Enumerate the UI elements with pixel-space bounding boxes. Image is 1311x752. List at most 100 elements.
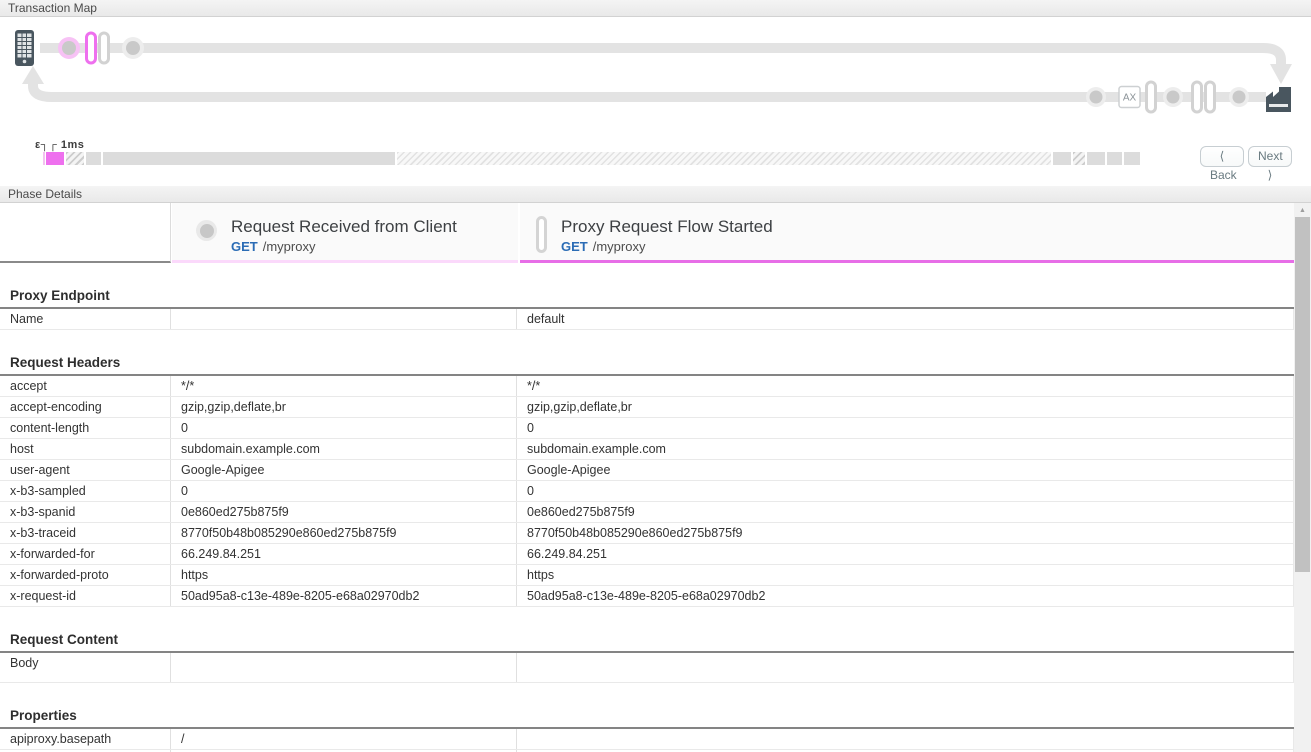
row-label: content-length: [0, 418, 171, 438]
row-label: x-forwarded-proto: [0, 565, 171, 585]
backend-target-icon[interactable]: [1266, 87, 1291, 112]
row-value-phase-2: */*: [517, 376, 1294, 396]
arrow-down-icon: [1270, 64, 1292, 84]
transaction-map-title: Transaction Map: [8, 1, 97, 15]
phase-details-title: Phase Details: [8, 187, 82, 201]
row-value-phase-2: 8770f50b48b085290e860ed275b875f9: [517, 523, 1294, 543]
analytics-ax-node[interactable]: AX: [1119, 87, 1140, 108]
detail-row: accept-encodinggzip,gzip,deflate,brgzip,…: [0, 397, 1294, 418]
row-value-phase-2: 50ad95a8-c13e-489e-8205-e68a02970db2: [517, 586, 1294, 606]
proxy-request-flow-pill[interactable]: [87, 33, 96, 63]
row-label: apiproxy.basepath: [0, 729, 171, 749]
row-value-phase-2: default: [517, 309, 1294, 329]
detail-row: Namedefault: [0, 309, 1294, 330]
row-value-phase-1: 8770f50b48b085290e860ed275b875f9: [171, 523, 517, 543]
detail-row: accept*/**/*: [0, 376, 1294, 397]
section-title: Request Content: [0, 628, 1294, 653]
row-value-phase-1: 0e860ed275b875f9: [171, 502, 517, 522]
row-value-phase-1: 50ad95a8-c13e-489e-8205-e68a02970db2: [171, 586, 517, 606]
timeline-segment[interactable]: [86, 152, 101, 165]
detail-sections: Proxy EndpointNamedefaultRequest Headers…: [0, 284, 1294, 752]
request-track: [40, 48, 1281, 64]
request-phase-node[interactable]: [122, 37, 144, 59]
row-label: user-agent: [0, 460, 171, 480]
back-button[interactable]: ⟨ Back: [1200, 146, 1244, 167]
ax-label: AX: [1123, 93, 1137, 104]
detail-row: x-forwarded-for66.249.84.25166.249.84.25…: [0, 544, 1294, 565]
label-column-header: [0, 203, 171, 263]
row-value-phase-2: 0: [517, 481, 1294, 501]
section-title: Proxy Endpoint: [0, 284, 1294, 309]
row-value-phase-2: https: [517, 565, 1294, 585]
row-value-phase-1: Google-Apigee: [171, 460, 517, 480]
phase-1-method: GET: [231, 239, 258, 254]
response-phase-node-1[interactable]: [1086, 87, 1106, 107]
detail-row: x-b3-traceid8770f50b48b085290e860ed275b8…: [0, 523, 1294, 544]
phase-columns-header: Request Received from Client GET/myproxy…: [0, 203, 1294, 263]
detail-row: x-b3-sampled00: [0, 481, 1294, 502]
phase-2-path: /myproxy: [593, 239, 646, 254]
response-flow-pill-2[interactable]: [1193, 82, 1202, 112]
response-flow-pill-3[interactable]: [1206, 82, 1215, 112]
row-label: accept-encoding: [0, 397, 171, 417]
phase-column-2-header: Proxy Request Flow Started GET/myproxy: [520, 203, 1294, 263]
phase-1-title: Request Received from Client: [231, 216, 457, 237]
row-label: x-forwarded-for: [0, 544, 171, 564]
row-label: host: [0, 439, 171, 459]
next-button[interactable]: Next ⟩: [1248, 146, 1292, 167]
detail-row: hostsubdomain.example.comsubdomain.examp…: [0, 439, 1294, 460]
timeline-duration-label: ε┐┌ 1ms: [35, 139, 84, 151]
row-value-phase-2: 0e860ed275b875f9: [517, 502, 1294, 522]
transaction-map-diagram: AX: [0, 18, 1311, 136]
detail-row: x-b3-spanid0e860ed275b875f90e860ed275b87…: [0, 502, 1294, 523]
timeline-segment[interactable]: [1087, 152, 1105, 165]
timeline-bar[interactable]: [0, 152, 1160, 165]
timeline-segment[interactable]: [1073, 152, 1085, 165]
row-value-phase-2: gzip,gzip,deflate,br: [517, 397, 1294, 417]
detail-row: Body: [0, 653, 1294, 683]
phase-details-panel: Request Received from Client GET/myproxy…: [0, 203, 1294, 752]
scrollbar-thumb[interactable]: [1295, 217, 1310, 572]
row-value-phase-1: subdomain.example.com: [171, 439, 517, 459]
row-label: x-b3-spanid: [0, 502, 171, 522]
response-phase-node-2[interactable]: [1163, 87, 1183, 107]
row-value-phase-1: */*: [171, 376, 517, 396]
row-value-phase-1: [171, 653, 517, 682]
row-value-phase-1: [171, 309, 517, 329]
row-value-phase-2: Google-Apigee: [517, 460, 1294, 480]
client-device-icon[interactable]: [15, 30, 34, 66]
timeline-segment[interactable]: [103, 152, 395, 165]
scrollbar-up-icon[interactable]: ▲: [1294, 203, 1311, 218]
detail-row: user-agentGoogle-ApigeeGoogle-Apigee: [0, 460, 1294, 481]
timeline-segment[interactable]: [1053, 152, 1071, 165]
details-scrollbar[interactable]: ▲: [1294, 203, 1311, 752]
row-label: Body: [0, 653, 171, 682]
row-value-phase-2: [517, 729, 1294, 749]
section-title: Properties: [0, 704, 1294, 729]
response-flow-pill-1[interactable]: [1147, 82, 1156, 112]
phase-circle-icon: [196, 220, 217, 241]
timeline-segment[interactable]: [397, 152, 1051, 165]
detail-row: content-length00: [0, 418, 1294, 439]
row-value-phase-1: https: [171, 565, 517, 585]
response-track: [33, 84, 1266, 97]
response-phase-node-3[interactable]: [1229, 87, 1249, 107]
trace-page: Transaction Map: [0, 0, 1311, 752]
timeline-segment[interactable]: [1124, 152, 1140, 165]
timeline-segment[interactable]: [1107, 152, 1122, 165]
timeline-segment[interactable]: [46, 152, 64, 165]
row-value-phase-1: 0: [171, 481, 517, 501]
phase-2-method: GET: [561, 239, 588, 254]
phase-2-title: Proxy Request Flow Started: [561, 216, 773, 237]
row-value-phase-2: 0: [517, 418, 1294, 438]
timeline-segment[interactable]: [43, 152, 45, 165]
detail-row: apiproxy.basepath/: [0, 729, 1294, 750]
row-label: x-request-id: [0, 586, 171, 606]
detail-row: x-request-id50ad95a8-c13e-489e-8205-e68a…: [0, 586, 1294, 607]
row-value-phase-1: gzip,gzip,deflate,br: [171, 397, 517, 417]
row-value-phase-1: /: [171, 729, 517, 749]
request-received-node[interactable]: [58, 37, 80, 59]
flow-pill[interactable]: [100, 33, 109, 63]
timeline-segment[interactable]: [66, 152, 84, 165]
phase-details-header: Phase Details: [0, 186, 1311, 203]
